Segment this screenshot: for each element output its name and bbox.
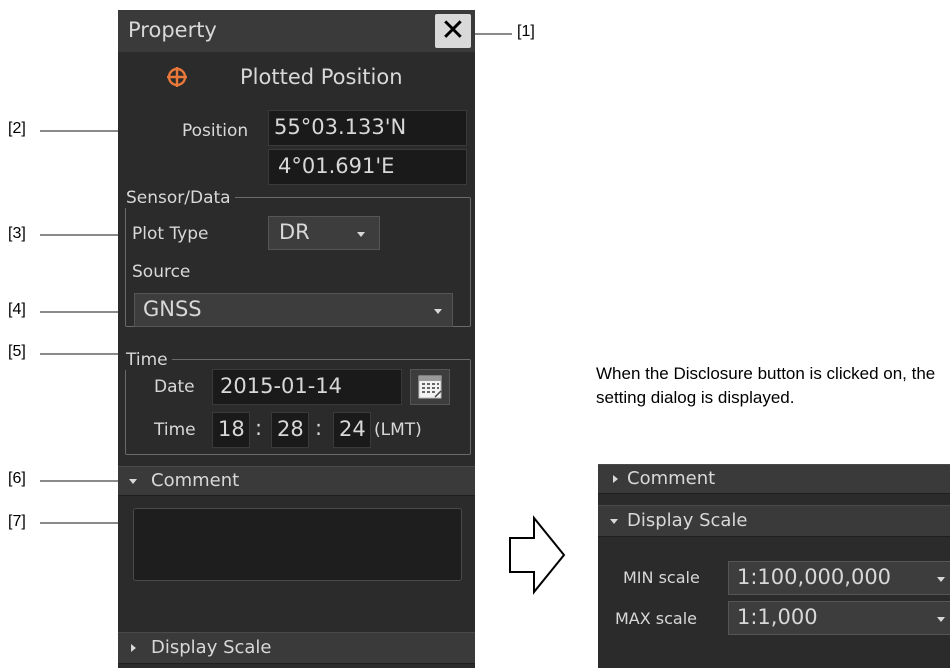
expanded-property-panel: Comment Display Scale MIN scale 1:100,00… (598, 464, 950, 668)
callout-5-line (40, 353, 124, 355)
source-label: Source (132, 262, 191, 282)
disclosure-closed-icon (131, 644, 136, 652)
chevron-down-icon (937, 617, 945, 622)
close-icon: ✕ (440, 13, 466, 48)
calendar-icon (418, 375, 442, 399)
disclosure-note: When the Disclosure button is clicked on… (596, 364, 936, 407)
disclosure-open-icon (129, 479, 137, 484)
right-arrow-icon (509, 515, 566, 595)
longitude-field: 4°01.691'E (268, 149, 467, 185)
latitude-value: 55°03.133'N (274, 115, 407, 139)
chevron-down-icon (937, 577, 945, 582)
sensor-data-group-title: Sensor/Data (122, 188, 235, 208)
second-field[interactable]: 24 (333, 412, 371, 448)
time-group-title: Time (122, 350, 172, 370)
latitude-field: 55°03.133'N (268, 110, 467, 146)
calendar-button[interactable] (410, 369, 450, 405)
panel-title: Property (128, 18, 217, 42)
hour-field[interactable]: 18 (212, 412, 250, 448)
disclosure-open-icon (610, 519, 618, 524)
time-zone-label: (LMT) (374, 420, 422, 440)
disclosure-closed-icon (613, 475, 618, 483)
plot-type-label: Plot Type (132, 224, 209, 244)
callout-2: [2] (8, 120, 26, 137)
comment-section-label: Comment (151, 470, 240, 491)
callout-1-line (472, 33, 512, 35)
callout-5: [5] (8, 343, 26, 360)
chevron-down-icon (434, 309, 442, 314)
time-label: Time (154, 420, 196, 440)
minute-field[interactable]: 28 (271, 412, 309, 448)
position-label: Position (182, 121, 249, 141)
comment-section-header[interactable]: Comment (118, 466, 475, 496)
date-value: 2015-01-14 (220, 374, 343, 398)
chevron-down-icon (357, 232, 365, 237)
object-name: Plotted Position (240, 65, 403, 89)
callout-3: [3] (8, 225, 26, 242)
source-dropdown[interactable]: GNSS (134, 293, 453, 327)
callout-6: [6] (8, 470, 26, 487)
time-separator: : (255, 416, 263, 440)
minute-value: 28 (277, 417, 304, 441)
longitude-value: 4°01.691'E (278, 154, 395, 178)
hour-value: 18 (218, 417, 245, 441)
display-scale-section-label: Display Scale (151, 637, 272, 658)
comment-textarea[interactable] (133, 508, 462, 581)
property-panel: Property ✕ Plotted Position Position 55°… (118, 10, 475, 668)
callout-1: [1] (517, 23, 535, 40)
max-scale-label: MAX scale (615, 609, 698, 628)
min-scale-label: MIN scale (623, 568, 700, 587)
callout-4: [4] (8, 301, 26, 318)
callout-7-line (40, 522, 122, 524)
comment-section-header[interactable]: Comment (598, 464, 950, 494)
max-scale-value: 1:1,000 (737, 605, 818, 629)
date-label: Date (154, 377, 195, 397)
comment-section-label: Comment (627, 468, 716, 489)
second-value: 24 (339, 417, 366, 441)
display-scale-section-header[interactable]: Display Scale (118, 632, 475, 664)
plotted-position-icon (167, 67, 187, 87)
min-scale-dropdown[interactable]: 1:100,000,000 (728, 561, 950, 595)
min-scale-value: 1:100,000,000 (737, 565, 892, 589)
callout-7: [7] (8, 513, 26, 530)
plot-type-dropdown[interactable]: DR (268, 216, 380, 250)
plot-type-value: DR (279, 220, 310, 244)
close-button[interactable]: ✕ (435, 14, 471, 48)
source-value: GNSS (143, 297, 202, 321)
title-bar: Property ✕ (118, 10, 475, 52)
callout-6-line (40, 480, 124, 482)
display-scale-section-header[interactable]: Display Scale (598, 505, 950, 537)
time-separator: : (315, 416, 323, 440)
display-scale-section-label: Display Scale (627, 510, 748, 531)
date-field[interactable]: 2015-01-14 (212, 369, 402, 405)
max-scale-dropdown[interactable]: 1:1,000 (728, 601, 950, 635)
